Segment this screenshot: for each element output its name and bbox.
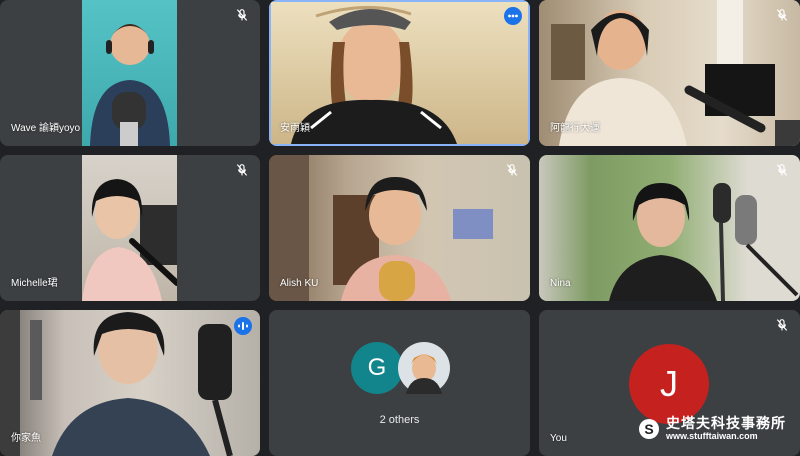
watermark-title: 史塔夫科技事務所 (666, 415, 786, 431)
participant-video (82, 155, 177, 301)
avatar (398, 342, 450, 394)
watermark-url: www.stufftaiwan.com (666, 431, 758, 441)
participant-tile-others[interactable]: G 2 others (269, 310, 530, 456)
participant-name: 安雨穎 (280, 123, 310, 134)
mic-off-icon (236, 9, 248, 21)
mic-off-icon (776, 319, 788, 331)
participant-name: Wave 諭穎yoyo (11, 123, 81, 134)
person-silhouette (90, 24, 170, 146)
participant-tile-nina[interactable]: Nina (539, 155, 800, 301)
participant-name: You (550, 433, 567, 444)
person-silhouette (82, 179, 177, 301)
person-silhouette (609, 183, 799, 301)
logo-icon: S (639, 418, 659, 439)
participant-name: Nina (550, 278, 571, 289)
watermark: S 史塔夫科技事務所 www.stufftaiwan.com (638, 415, 786, 442)
mic-off-icon (776, 9, 788, 21)
audio-level-icon (238, 322, 248, 330)
others-label: 2 others (379, 414, 420, 426)
participant-tile-michelle[interactable]: Michelle珺 (0, 155, 260, 301)
participant-tile-alish[interactable]: Alish KU (269, 155, 530, 301)
participant-tile-speaking[interactable]: 你家魚 (0, 310, 260, 456)
participant-name: Alish KU (280, 278, 319, 289)
avatar-letter: G (367, 354, 387, 381)
mic-off-icon (236, 164, 248, 176)
speaking-indicator (234, 317, 252, 335)
participant-tile-wave[interactable]: Wave 諭穎yoyo (0, 0, 260, 146)
participant-name: 阿龍行大運 (550, 123, 600, 134)
mic-off-icon (776, 164, 788, 176)
avatar-photo (406, 354, 442, 394)
participant-name: 你家魚 (11, 433, 41, 444)
participant-tile-active[interactable]: 安雨穎 (269, 0, 530, 146)
more-vert-icon (508, 14, 518, 18)
participant-name: Michelle珺 (11, 278, 58, 289)
avatar-letter: J (660, 363, 678, 404)
mic-off-icon (506, 164, 518, 176)
avatar: G (351, 342, 403, 394)
more-options-button[interactable] (504, 7, 522, 25)
participant-tile-along[interactable]: 阿龍行大運 (539, 0, 800, 146)
participant-video (539, 155, 800, 301)
svg-text:S: S (644, 421, 653, 437)
avatar: J (629, 344, 709, 424)
participant-video (82, 0, 177, 146)
